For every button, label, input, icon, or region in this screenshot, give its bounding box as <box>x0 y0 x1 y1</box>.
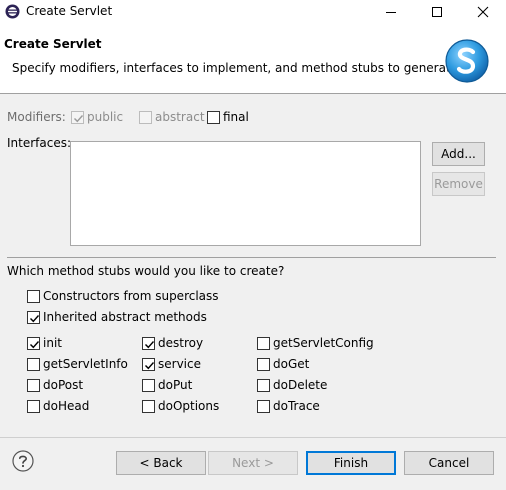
add-interface-button[interactable]: Add... <box>432 142 485 166</box>
public-checkbox[interactable] <box>71 111 84 124</box>
doget-label: doGet <box>273 357 310 371</box>
back-button[interactable]: < Back <box>116 451 206 475</box>
doget-checkbox[interactable] <box>257 358 270 371</box>
destroy-label: destroy <box>158 336 204 350</box>
abstract-label: abstract <box>155 110 205 124</box>
stubs-question: Which method stubs would you like to cre… <box>7 264 285 278</box>
servlet-logo-icon <box>445 39 489 83</box>
interfaces-label: Interfaces: <box>7 136 72 150</box>
getservletinfo-checkbox[interactable] <box>27 358 40 371</box>
dopost-label: doPost <box>43 378 84 392</box>
banner-title: Create Servlet <box>4 37 102 51</box>
getservletinfo-label: getServletInfo <box>43 357 128 371</box>
dohead-label: doHead <box>43 399 90 413</box>
checkmark-icon <box>30 341 40 349</box>
public-label: public <box>87 110 124 124</box>
service-label: service <box>158 357 201 371</box>
window-title: Create Servlet <box>26 4 113 18</box>
inherited-checkbox[interactable] <box>27 311 40 324</box>
dodelete-checkbox[interactable] <box>257 379 270 392</box>
banner-description: Specify modifiers, interfaces to impleme… <box>12 61 462 75</box>
getservletconfig-checkbox[interactable] <box>257 337 270 350</box>
final-checkbox[interactable] <box>207 111 220 124</box>
dooptions-checkbox[interactable] <box>142 400 155 413</box>
checkmark-icon <box>145 341 155 349</box>
close-button[interactable] <box>460 0 506 24</box>
interfaces-list[interactable] <box>70 141 421 246</box>
footer-separator <box>0 437 506 438</box>
minimize-icon <box>386 12 396 13</box>
next-button[interactable]: Next > <box>208 451 298 475</box>
checkmark-icon <box>30 315 40 323</box>
destroy-checkbox[interactable] <box>142 337 155 350</box>
close-icon <box>477 6 489 18</box>
constructors-label: Constructors from superclass <box>43 289 219 303</box>
checkmark-icon <box>145 362 155 370</box>
maximize-button[interactable] <box>414 0 460 24</box>
init-checkbox[interactable] <box>27 337 40 350</box>
service-checkbox[interactable] <box>142 358 155 371</box>
doput-checkbox[interactable] <box>142 379 155 392</box>
inherited-label: Inherited abstract methods <box>43 310 207 324</box>
modifiers-label: Modifiers: <box>7 110 66 124</box>
minimize-button[interactable] <box>368 0 414 24</box>
dopost-checkbox[interactable] <box>27 379 40 392</box>
dodelete-label: doDelete <box>273 378 328 392</box>
getservletconfig-label: getServletConfig <box>273 336 374 350</box>
maximize-icon <box>432 7 442 17</box>
dooptions-label: doOptions <box>158 399 220 413</box>
final-label: final <box>223 110 249 124</box>
doput-label: doPut <box>158 378 193 392</box>
title-bar: Create Servlet <box>0 0 506 24</box>
finish-button[interactable]: Finish <box>306 451 396 475</box>
dotrace-label: doTrace <box>273 399 320 413</box>
checkmark-icon <box>74 115 84 123</box>
dohead-checkbox[interactable] <box>27 400 40 413</box>
init-label: init <box>43 336 62 350</box>
eclipse-icon <box>5 4 20 19</box>
remove-interface-button[interactable]: Remove <box>432 172 485 196</box>
constructors-checkbox[interactable] <box>27 290 40 303</box>
wizard-banner: Create Servlet Specify modifiers, interf… <box>0 24 506 94</box>
cancel-button[interactable]: Cancel <box>404 451 494 475</box>
abstract-checkbox[interactable] <box>139 111 152 124</box>
help-icon[interactable] <box>12 450 34 472</box>
separator <box>7 257 496 258</box>
dotrace-checkbox[interactable] <box>257 400 270 413</box>
